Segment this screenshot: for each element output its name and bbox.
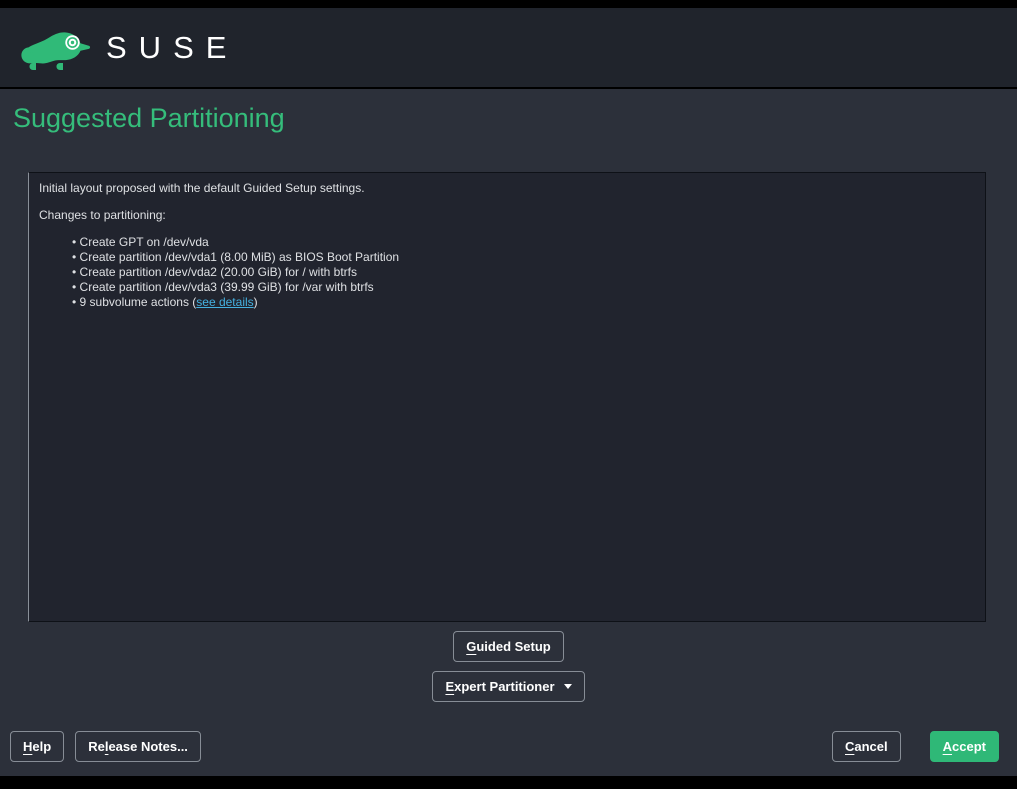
changes-heading: Changes to partitioning: [39, 208, 975, 223]
left-button-group: Help Release Notes... [10, 731, 201, 762]
screen-bottom-edge [0, 776, 1017, 789]
partitioning-proposal-summary[interactable]: Initial layout proposed with the default… [28, 172, 986, 622]
proposal-button-column: Guided Setup Expert Partitioner [0, 631, 1017, 702]
page-title: Suggested Partitioning [13, 103, 285, 134]
chevron-down-icon [564, 684, 572, 689]
action-text: ) [254, 295, 258, 309]
help-button[interactable]: Help [10, 731, 64, 762]
proposal-intro: Initial layout proposed with the default… [39, 181, 975, 196]
right-button-group: Cancel Accept [832, 731, 999, 762]
expert-partitioner-button[interactable]: Expert Partitioner [432, 671, 584, 702]
see-details-link[interactable]: see details [196, 295, 253, 309]
action-item: Create partition /dev/vda3 (39.99 GiB) f… [72, 280, 975, 295]
action-text: Create partition /dev/vda3 (39.99 GiB) f… [80, 280, 374, 294]
release-notes-button[interactable]: Release Notes... [75, 731, 201, 762]
partitioning-actions-list: Create GPT on /dev/vda Create partition … [72, 235, 975, 310]
suse-logo: SUSE [20, 25, 238, 71]
action-text: Create partition /dev/vda2 (20.00 GiB) f… [80, 265, 357, 279]
guided-setup-button[interactable]: Guided Setup [453, 631, 564, 662]
suse-logo-text: SUSE [106, 32, 238, 63]
wizard-content: Suggested Partitioning Initial layout pr… [0, 89, 1017, 776]
action-item: Create partition /dev/vda2 (20.00 GiB) f… [72, 265, 975, 280]
header-bar: SUSE [0, 8, 1017, 88]
wizard-button-bar: Help Release Notes... Cancel Accept [10, 731, 999, 762]
action-item: Create GPT on /dev/vda [72, 235, 975, 250]
screen-top-edge [0, 0, 1017, 8]
action-item: 9 subvolume actions (see details) [72, 295, 975, 310]
cancel-button[interactable]: Cancel [832, 731, 901, 762]
chameleon-icon [20, 25, 94, 71]
action-item: Create partition /dev/vda1 (8.00 MiB) as… [72, 250, 975, 265]
action-text: 9 subvolume actions ( [80, 295, 197, 309]
accept-button[interactable]: Accept [930, 731, 999, 762]
action-text: Create partition /dev/vda1 (8.00 MiB) as… [80, 250, 400, 264]
action-text: Create GPT on /dev/vda [80, 235, 209, 249]
